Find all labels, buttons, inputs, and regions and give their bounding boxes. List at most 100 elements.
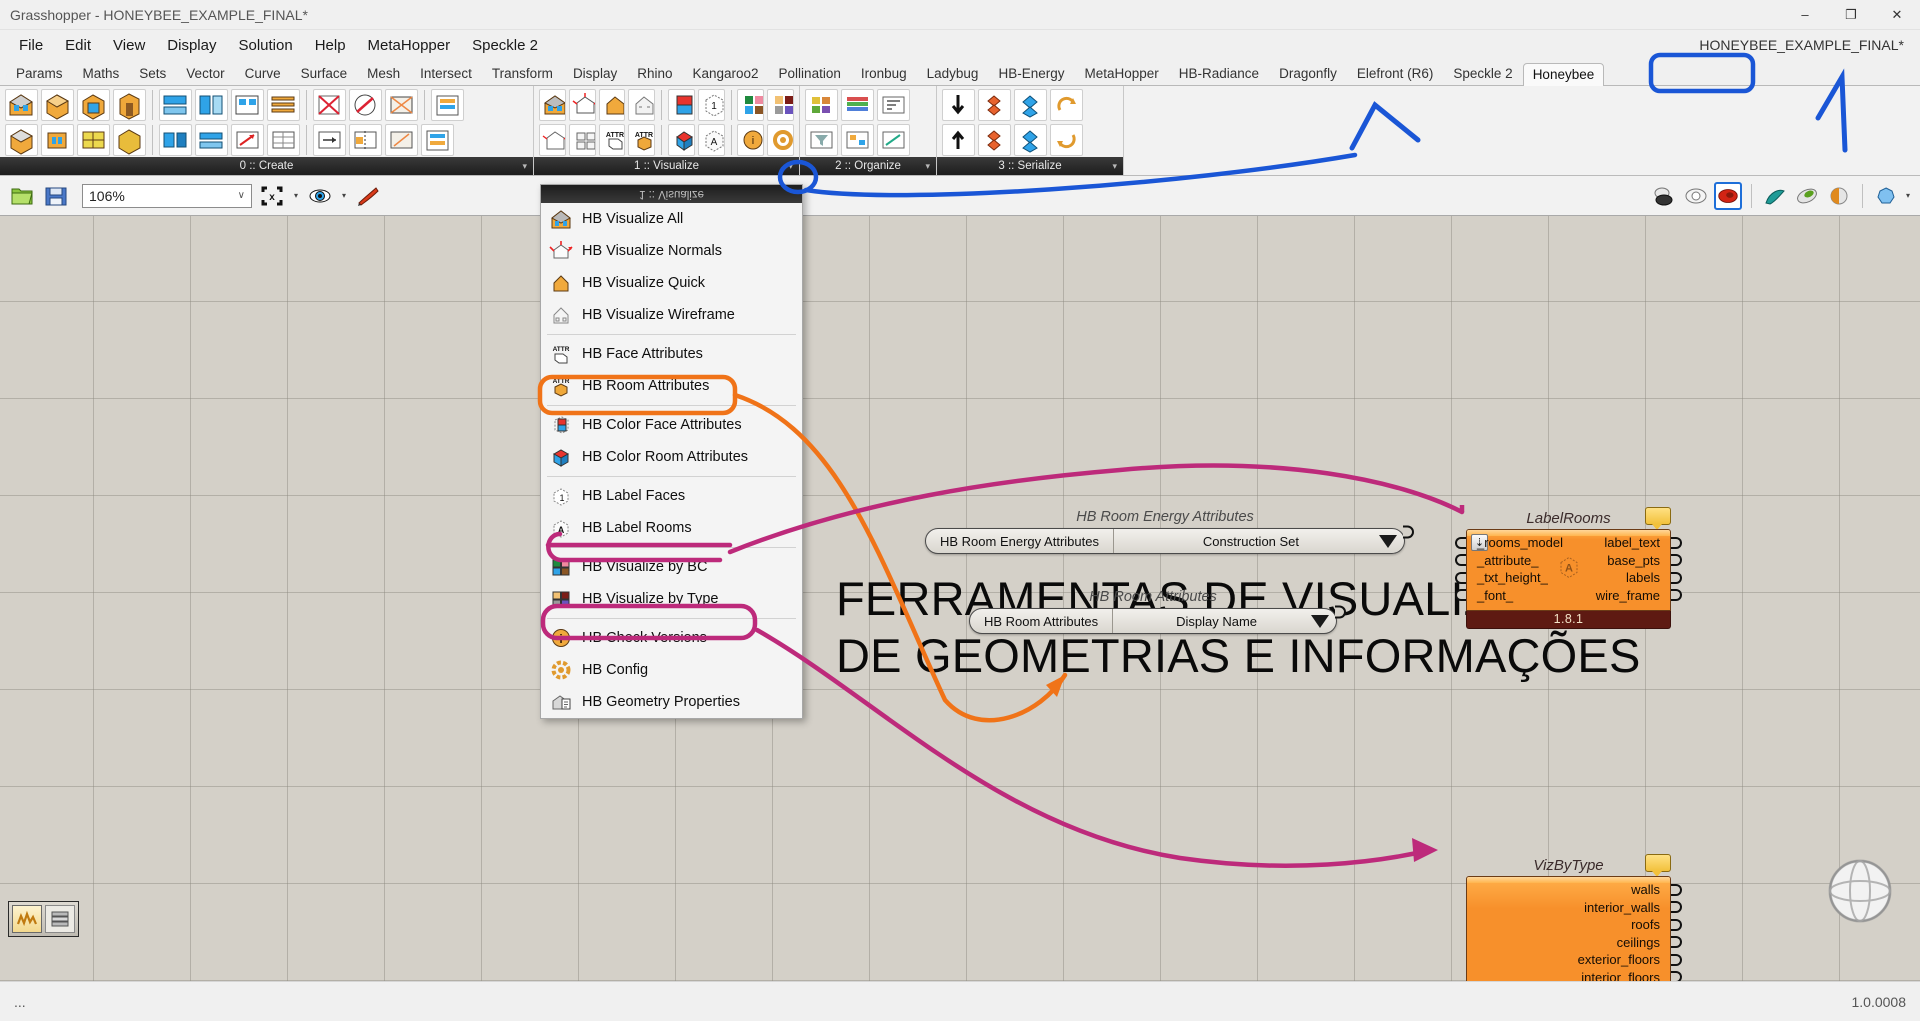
- menu-item-help[interactable]: Help: [304, 33, 357, 58]
- hb-color-face-attributes-icon[interactable]: [667, 89, 695, 121]
- hb-face-attributes-icon[interactable]: [539, 124, 566, 156]
- menu-item-file[interactable]: File: [8, 33, 54, 58]
- hb-extruded-border-icon[interactable]: [385, 89, 418, 121]
- ribbon-tab-maths[interactable]: Maths: [73, 62, 130, 85]
- hb-config-icon[interactable]: [767, 124, 794, 156]
- ribbon-tab-curve[interactable]: Curve: [235, 62, 291, 85]
- menu-hb-label-rooms[interactable]: A HB Label Rooms: [541, 512, 802, 544]
- hb-organize-colors-icon[interactable]: [805, 89, 838, 121]
- node-flag-icon-viz-by-type[interactable]: [1645, 854, 1671, 877]
- chevron-down-icon-preview[interactable]: ▾: [342, 191, 346, 200]
- input-pin-rooms-model[interactable]: _rooms_model: [1455, 534, 1563, 552]
- hb-serialize-loop2-icon[interactable]: [1050, 124, 1083, 156]
- menu-hb-check-versions[interactable]: i HB Check Versions: [541, 622, 802, 654]
- hb-overhang-icon[interactable]: [349, 89, 382, 121]
- ribbon-group-label-visualize[interactable]: 1 :: Visualize ▾: [534, 157, 799, 175]
- hb-mirror-icon[interactable]: [349, 124, 382, 156]
- hb-shade-icon[interactable]: [159, 89, 192, 121]
- hb-serialize-merge2-icon[interactable]: [1014, 124, 1047, 156]
- value-list-room-energy-attributes[interactable]: HB Room Energy Attributes HB Room Energy…: [925, 509, 1414, 554]
- hb-organize-sort-icon[interactable]: [877, 89, 910, 121]
- ribbon-group-label-create[interactable]: 0 :: Create ▾: [0, 157, 533, 175]
- hb-aperture-ratio-icon[interactable]: [231, 89, 264, 121]
- hb-room-icon[interactable]: [5, 89, 38, 121]
- menu-item-display[interactable]: Display: [156, 33, 227, 58]
- chevron-down-icon-widget[interactable]: ▾: [1906, 191, 1910, 200]
- output-pin-labels[interactable]: labels: [1626, 569, 1682, 587]
- zoom-level-combobox[interactable]: 106% ∨: [82, 183, 252, 208]
- output-pin-interior-floors[interactable]: interior_floors: [1581, 969, 1682, 981]
- hb-serialize-expand-icon[interactable]: [978, 89, 1011, 121]
- value-list-selected-1[interactable]: Construction Set: [1114, 529, 1404, 553]
- hb-horizontal-fins-icon[interactable]: [313, 89, 346, 121]
- chevron-down-icon-serialize[interactable]: ▾: [1112, 161, 1117, 172]
- hb-visualize-all-icon[interactable]: [539, 89, 566, 121]
- menu-item-edit[interactable]: Edit: [54, 33, 102, 58]
- ribbon-tab-hb-energy[interactable]: HB-Energy: [988, 62, 1074, 85]
- hb-model-export-icon[interactable]: [421, 124, 454, 156]
- node-body-viz-by-type[interactable]: _hb_objs walls interior_walls roofs ceil…: [1466, 876, 1682, 981]
- ribbon-tab-surface[interactable]: Surface: [291, 62, 358, 85]
- node-label-rooms[interactable]: LabelRooms ⇣ A _rooms_model _attribute_ …: [1455, 507, 1682, 629]
- node-body-label-rooms[interactable]: ⇣ A _rooms_model _attribute_ _txt_height…: [1455, 529, 1682, 611]
- ribbon-group-label-serialize[interactable]: 3 :: Serialize ▾: [937, 157, 1123, 175]
- hb-serialize-merge-icon[interactable]: [1014, 89, 1047, 121]
- navigation-ball-icon[interactable]: [1822, 853, 1898, 929]
- chevron-down-icon-zoom[interactable]: ∨: [238, 190, 245, 201]
- value-list-body-1[interactable]: HB Room Energy Attributes Construction S…: [925, 525, 1414, 554]
- hb-louvers-icon[interactable]: [267, 89, 300, 121]
- save-icon[interactable]: [42, 182, 70, 210]
- hb-color-room-attributes-icon[interactable]: [667, 124, 695, 156]
- value-list-room-attributes[interactable]: HB Room Attributes HB Room Attributes Di…: [969, 589, 1346, 634]
- hb-face-icon[interactable]: [41, 89, 74, 121]
- hb-visualize-by-type-icon[interactable]: [767, 89, 794, 121]
- visualize-dropdown-menu[interactable]: 1 :: Visualize HB Visualize All HB Visua…: [540, 184, 803, 719]
- value-list-selected-2[interactable]: Display Name: [1113, 609, 1336, 633]
- menu-hb-geometry-properties[interactable]: HB Geometry Properties: [541, 686, 802, 718]
- hb-organize-group-icon[interactable]: [841, 124, 874, 156]
- value-list-output-port-1[interactable]: [1403, 525, 1414, 538]
- triangle-down-icon-1[interactable]: [1379, 534, 1397, 548]
- hb-room-solid-icon[interactable]: [41, 124, 74, 156]
- menu-hb-visualize-quick[interactable]: HB Visualize Quick: [541, 267, 802, 299]
- list-icon[interactable]: [45, 905, 75, 933]
- input-pin-font[interactable]: _font_: [1455, 587, 1513, 605]
- ribbon-tab-mesh[interactable]: Mesh: [357, 62, 410, 85]
- menu-hb-room-attributes[interactable]: ATTR HB Room Attributes: [541, 370, 802, 402]
- ribbon-tab-sets[interactable]: Sets: [129, 62, 176, 85]
- ribbon-tab-speckle2[interactable]: Speckle 2: [1443, 62, 1522, 85]
- node-flag-icon-label-rooms[interactable]: [1645, 507, 1671, 530]
- menu-hb-visualize-by-bc[interactable]: HB Visualize by BC: [541, 551, 802, 583]
- preview-off-icon[interactable]: [1650, 182, 1678, 210]
- hb-attr-room-text-icon[interactable]: ATTR: [628, 124, 656, 156]
- maximize-button[interactable]: ❐: [1828, 0, 1874, 30]
- menu-item-view[interactable]: View: [102, 33, 156, 58]
- preview-shaded-icon[interactable]: [1713, 181, 1742, 210]
- hb-shade-b-icon[interactable]: [195, 89, 228, 121]
- menu-hb-color-face-attributes[interactable]: HB Color Face Attributes: [541, 409, 802, 441]
- menu-hb-face-attributes[interactable]: ATTR HB Face Attributes: [541, 338, 802, 370]
- hb-organize-stripes-icon[interactable]: [841, 89, 874, 121]
- ribbon-tab-hb-radiance[interactable]: HB-Radiance: [1169, 62, 1269, 85]
- hb-table-icon[interactable]: [267, 124, 300, 156]
- zoom-extents-icon[interactable]: x: [258, 182, 286, 210]
- eye-preview-icon[interactable]: [306, 182, 334, 210]
- ribbon-tab-intersect[interactable]: Intersect: [410, 62, 482, 85]
- profiler-icon[interactable]: [12, 905, 42, 933]
- hb-aperture-grid-icon[interactable]: [77, 124, 110, 156]
- folder-open-icon[interactable]: [8, 182, 36, 210]
- hb-visualize-quick-icon[interactable]: [598, 89, 626, 121]
- hb-check-versions-icon[interactable]: i: [737, 124, 765, 156]
- hb-label-faces-icon[interactable]: 1: [697, 89, 725, 121]
- draw-icons-icon[interactable]: [1761, 182, 1789, 210]
- hb-door-icon[interactable]: [113, 89, 146, 121]
- hb-organize-filter-icon[interactable]: [805, 124, 838, 156]
- hb-serialize-upload-icon[interactable]: [942, 124, 975, 156]
- output-pin-interior-walls[interactable]: interior_walls: [1584, 899, 1682, 917]
- grasshopper-canvas[interactable]: FERRAMENTAS DE VISUALIZAÇÃO DE GEOMETRIA…: [0, 216, 1920, 981]
- hb-serialize-expand2-icon[interactable]: [978, 124, 1011, 156]
- output-pin-exterior-floors[interactable]: exterior_floors: [1578, 951, 1682, 969]
- hb-attr-text-icon[interactable]: ATTR: [598, 124, 626, 156]
- input-pin-attribute[interactable]: _attribute_: [1455, 552, 1538, 570]
- menu-hb-visualize-wireframe[interactable]: HB Visualize Wireframe: [541, 299, 802, 331]
